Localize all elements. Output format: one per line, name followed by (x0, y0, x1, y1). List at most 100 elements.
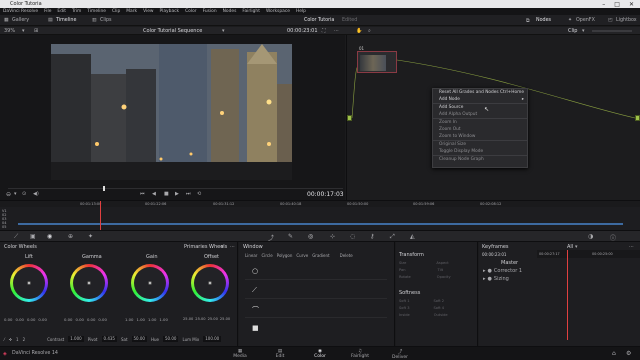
color-wheels-icon[interactable]: ◉ (47, 233, 52, 240)
menu-fusion[interactable]: Fusion (203, 9, 217, 14)
polygon-tool[interactable]: Polygon (277, 253, 293, 258)
corrector-node[interactable]: 01 (357, 46, 397, 73)
motion-effects-icon[interactable]: ✦ (88, 233, 93, 240)
keyframe-playhead[interactable] (567, 250, 568, 340)
gamma-r-value[interactable]: 0.00 (75, 317, 83, 322)
gain-wheel-handle[interactable] (148, 281, 152, 285)
color-match-icon[interactable]: ▣ (30, 233, 36, 240)
timeline-ruler[interactable]: 00:01:13:00 00:01:22:06 00:01:31:12 00:0… (0, 201, 640, 207)
sat-field[interactable]: 50.00 (131, 336, 147, 342)
curves-icon[interactable]: ⤴ (268, 233, 274, 242)
lift-r-value[interactable]: 0.00 (15, 317, 23, 322)
scopes-icon[interactable]: ◑ (588, 233, 593, 240)
info-icon[interactable]: ⓘ (610, 233, 616, 242)
clip-bar[interactable] (18, 223, 623, 225)
gain-y-value[interactable]: 1.00 (125, 317, 133, 322)
stop-icon[interactable]: ■ (164, 191, 169, 197)
offset-r-value[interactable]: 25.00 (195, 317, 205, 321)
view-options-icon[interactable]: ⊖ (6, 191, 11, 198)
nav-color[interactable]: ◉ Color (300, 349, 340, 359)
menu-edit[interactable]: Edit (57, 9, 66, 14)
timeline-button[interactable]: Timeline (56, 18, 76, 23)
menu-fairlight[interactable]: Fairlight (242, 9, 260, 14)
menu-item-add-source[interactable]: Add Source (433, 104, 527, 111)
zoom-level[interactable]: 39% (4, 28, 15, 34)
keyframe-ruler[interactable]: 00:00:27:17 00:00:25:00 (537, 250, 640, 258)
more-icon[interactable]: ⋯ (334, 28, 339, 34)
gamma-g-value[interactable]: 0.00 (87, 317, 95, 322)
gradient-tool[interactable]: Gradient (312, 253, 329, 258)
chevron-down-icon[interactable]: ▾ (14, 191, 17, 197)
gamma-b-value[interactable]: 0.00 (98, 317, 106, 322)
curve-tool[interactable]: Curve (296, 253, 308, 258)
menu-davinci[interactable]: DaVinci Resolve (3, 9, 38, 14)
window-icon[interactable]: ◎ (308, 233, 313, 240)
settings-icon[interactable]: ⚙ (626, 350, 631, 357)
zoom-icon[interactable]: ⌕ (368, 28, 371, 34)
menu-item-original-size[interactable]: Original Size (433, 141, 527, 148)
menu-item-zoom-out[interactable]: Zoom Out (433, 126, 527, 133)
menu-clip[interactable]: Clip (112, 9, 120, 14)
window-row[interactable]: ○ (245, 262, 387, 280)
color-picker-icon[interactable]: ✜ (9, 337, 12, 342)
nodes-button[interactable]: Nodes (536, 18, 551, 23)
scrubber-playhead[interactable] (103, 186, 105, 191)
chevron-down-icon[interactable]: ▾ (582, 28, 585, 34)
chevron-down-icon[interactable]: ▾ (22, 28, 25, 34)
close-button[interactable]: ✕ (629, 1, 634, 8)
zoom-slider[interactable] (592, 30, 632, 32)
maximize-button[interactable]: □ (614, 1, 620, 8)
menu-help[interactable]: Help (296, 9, 306, 14)
lift-wheel-handle[interactable] (27, 281, 31, 285)
offset-wheel-handle[interactable] (208, 281, 212, 285)
gain-b-value[interactable]: 1.00 (159, 317, 167, 322)
lift-g-value[interactable]: 0.00 (27, 317, 35, 322)
tracker-icon[interactable]: ⊹ (330, 233, 335, 240)
play-reverse-icon[interactable]: ◀ (152, 191, 156, 197)
sequence-name[interactable]: Color Tutorial Sequence (143, 28, 202, 34)
linear-tool[interactable]: Linear (245, 253, 257, 258)
nav-fairlight[interactable]: ♫ Fairlight (340, 349, 380, 359)
gamma-wheel-handle[interactable] (87, 281, 91, 285)
menu-item-toggle-display-mode[interactable]: Toggle Display Mode (433, 148, 527, 155)
menu-trim[interactable]: Trim (72, 9, 81, 14)
menu-file[interactable]: File (44, 9, 51, 14)
fullscreen-icon[interactable]: ⛶ (322, 28, 326, 34)
gain-r-value[interactable]: 1.00 (136, 317, 144, 322)
menu-item-zoom-to-window[interactable]: Zoom to Window (433, 133, 527, 140)
hand-icon[interactable]: ✋ (356, 28, 362, 34)
delete-window-button[interactable]: Delete (340, 253, 353, 258)
page-1-button[interactable]: 1 (16, 337, 19, 342)
chevron-down-icon[interactable]: ▾ (222, 28, 225, 34)
auto-balance-icon[interactable]: ⁄ (4, 337, 5, 342)
gain-g-value[interactable]: 1.00 (148, 317, 156, 322)
menu-nodes[interactable]: Nodes (223, 9, 237, 14)
gamma-y-value[interactable]: 0.00 (64, 317, 72, 322)
menu-item-add-node[interactable]: Add Node ▸ (433, 96, 527, 103)
home-icon[interactable]: ⌂ (612, 350, 616, 357)
audio-icon[interactable]: ◀) (33, 191, 39, 197)
rgb-mixer-icon[interactable]: ⊕ (68, 233, 73, 240)
window-row[interactable]: ⌒ (245, 300, 387, 318)
clip-mode-label[interactable]: Clip (568, 28, 577, 34)
play-icon[interactable]: ▶ (175, 191, 179, 197)
split-icon[interactable]: ⊞ (34, 28, 38, 34)
3d-icon[interactable]: ◭ (410, 233, 415, 240)
menu-workspace[interactable]: Workspace (266, 9, 290, 14)
hue-field[interactable]: 50.00 (162, 336, 179, 342)
menu-mark[interactable]: Mark (126, 9, 137, 14)
chevron-down-icon[interactable]: ▾ (221, 244, 224, 250)
circle-tool[interactable]: Circle (261, 253, 272, 258)
openfx-button[interactable]: OpenFX (576, 18, 595, 23)
menu-view[interactable]: View (143, 9, 153, 14)
skip-forward-icon[interactable]: ⏭ (186, 191, 191, 197)
menu-item-reset-all[interactable]: Reset All Grades and Nodes Ctrl+Home (433, 89, 527, 96)
nav-media[interactable]: ▦ Media (220, 349, 260, 359)
lift-b-value[interactable]: 0.00 (38, 317, 46, 322)
master-row[interactable]: Master (501, 260, 518, 266)
window-row[interactable]: ⟋ (245, 281, 387, 299)
contrast-field[interactable]: 1.000 (68, 336, 84, 342)
pivot-field[interactable]: 0.435 (101, 336, 117, 342)
more-icon[interactable]: ⋯ (230, 244, 235, 250)
loop-icon[interactable]: ⊙ (22, 191, 26, 197)
